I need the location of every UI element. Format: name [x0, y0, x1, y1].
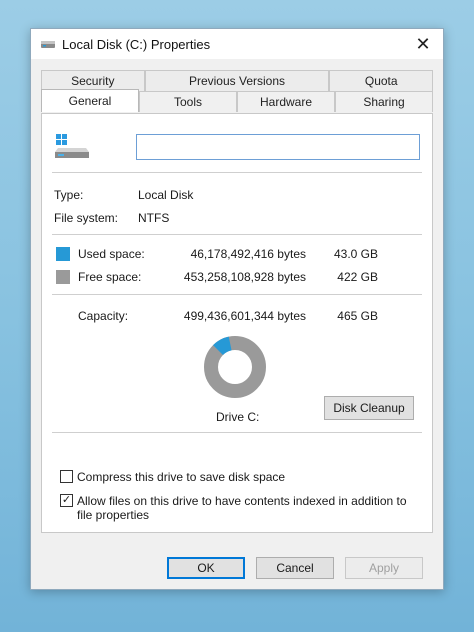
- index-checkbox[interactable]: ✓: [60, 494, 73, 507]
- file-system-label: File system:: [54, 211, 119, 225]
- usage-donut-chart: [204, 336, 266, 399]
- window-title: Local Disk (C:) Properties: [62, 36, 211, 52]
- index-option[interactable]: ✓ Allow files on this drive to have cont…: [60, 494, 410, 522]
- drive-label: Drive C:: [216, 410, 260, 424]
- ok-button[interactable]: OK: [167, 557, 245, 579]
- close-icon: ✕: [415, 33, 431, 54]
- tab-previous-versions[interactable]: Previous Versions: [144, 70, 330, 91]
- properties-dialog: Local Disk (C:) Properties ✕ Security Pr…: [30, 28, 444, 590]
- tab-row-back: Security Previous Versions Quota: [41, 70, 433, 91]
- general-panel: Type: Local Disk File system: NTFS Used …: [41, 113, 433, 533]
- type-label: Type:: [54, 188, 84, 202]
- tab-security[interactable]: Security: [41, 70, 145, 91]
- used-space-gb: 43.0 GB: [333, 247, 378, 261]
- close-button[interactable]: ✕: [403, 29, 443, 59]
- separator: [52, 234, 422, 235]
- checkmark-icon: ✓: [61, 494, 72, 506]
- capacity-label: Capacity:: [78, 309, 129, 323]
- free-space-ring: [204, 336, 266, 398]
- used-space-swatch: [56, 247, 70, 261]
- disk-cleanup-button[interactable]: Disk Cleanup: [324, 396, 414, 420]
- index-label: Allow files on this drive to have conten…: [77, 494, 407, 522]
- free-space-gb: 422 GB: [337, 270, 378, 284]
- capacity-gb: 465 GB: [337, 309, 378, 323]
- compress-label: Compress this drive to save disk space: [77, 470, 286, 484]
- free-space-swatch: [56, 270, 70, 284]
- drive-name-input[interactable]: [136, 134, 420, 160]
- windows-drive-icon: [55, 134, 89, 158]
- file-system-value: NTFS: [138, 211, 170, 225]
- free-space-label: Free space:: [78, 270, 142, 284]
- tab-hardware[interactable]: Hardware: [237, 91, 335, 112]
- compress-option[interactable]: Compress this drive to save disk space: [60, 470, 285, 484]
- compress-checkbox[interactable]: [60, 470, 73, 483]
- tab-tools[interactable]: Tools: [139, 91, 237, 112]
- free-space-bytes: 453,258,108,928 bytes: [183, 270, 306, 284]
- cancel-button[interactable]: Cancel: [256, 557, 334, 579]
- drive-icon: [41, 41, 55, 48]
- tab-general[interactable]: General: [41, 89, 139, 112]
- tab-row-front: General Tools Hardware Sharing: [41, 89, 433, 112]
- used-space-bytes: 46,178,492,416 bytes: [190, 247, 306, 261]
- tab-quota[interactable]: Quota: [329, 70, 433, 91]
- separator: [52, 294, 422, 295]
- type-value: Local Disk: [138, 188, 194, 202]
- title-bar[interactable]: Local Disk (C:) Properties ✕: [31, 29, 443, 59]
- tab-strip: Security Previous Versions Quota General…: [41, 69, 433, 113]
- capacity-bytes: 499,436,601,344 bytes: [183, 309, 306, 323]
- apply-button[interactable]: Apply: [345, 557, 423, 579]
- tab-sharing[interactable]: Sharing: [335, 91, 433, 112]
- separator: [52, 172, 422, 173]
- separator: [52, 432, 422, 433]
- used-space-label: Used space:: [78, 247, 145, 261]
